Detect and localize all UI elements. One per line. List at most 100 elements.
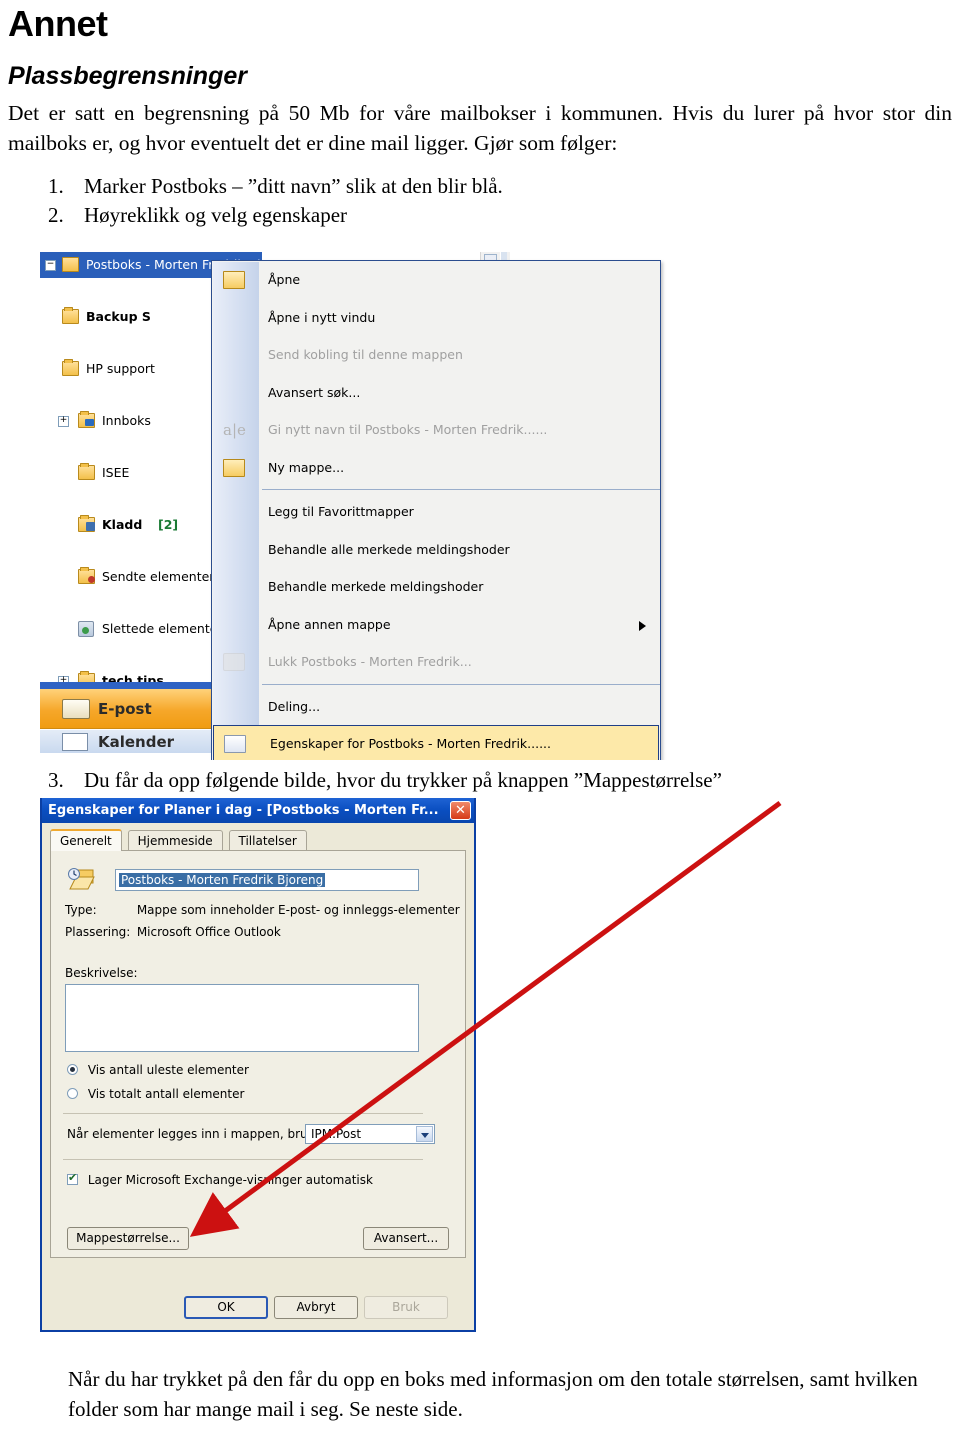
location-label: Plassering: <box>65 925 131 939</box>
radio-show-total[interactable]: Vis totalt antall elementer <box>67 1087 244 1101</box>
radio-button-icon[interactable] <box>67 1064 78 1075</box>
expand-toggle-icon[interactable]: + <box>58 416 69 427</box>
type-value: Mappe som inneholder E-post- og innleggs… <box>136 903 460 917</box>
step-number: 3. <box>48 768 64 792</box>
submenu-arrow-icon <box>639 620 646 631</box>
outlook-folder-tree-screenshot: − Postboks - Morten Fredrik Bjoreng Back… <box>40 252 672 760</box>
cancel-button[interactable]: Avbryt <box>274 1296 358 1319</box>
calendar-icon <box>62 733 88 751</box>
collapse-toggle-icon[interactable]: − <box>45 260 56 271</box>
context-menu-item-label: Send kobling til denne mappen <box>268 347 463 362</box>
ok-button[interactable]: OK <box>184 1296 268 1319</box>
divider <box>63 1113 423 1114</box>
default-form-label: Når elementer legges inn i mappen, bruk: <box>67 1127 319 1141</box>
context-menu-item-ny-mappe[interactable]: Ny mappe... <box>212 449 660 487</box>
default-form-row: Når elementer legges inn i mappen, bruk:… <box>67 1124 435 1144</box>
tab-generelt[interactable]: Generelt <box>50 829 122 851</box>
context-menu-item-label: Deling... <box>268 698 321 714</box>
checkbox-icon[interactable] <box>67 1171 78 1185</box>
tree-item-label: Sendte elementer <box>102 569 215 584</box>
location-row: Plassering: Microsoft Office Outlook <box>65 925 281 939</box>
steps-list: 1. Marker Postboks – ”ditt navn” slik at… <box>0 158 960 230</box>
step-item-1: 1. Marker Postboks – ”ditt navn” slik at… <box>0 172 960 201</box>
location-value: Microsoft Office Outlook <box>136 925 281 939</box>
context-menu-item-avansert-sok[interactable]: Avansert søk... <box>212 374 660 412</box>
sent-items-icon <box>78 567 95 584</box>
context-menu-item-label: Gi nytt navn til Postboks - Morten Fredr… <box>268 422 548 437</box>
section-subtitle: Plassbegrensninger <box>8 62 247 90</box>
tab-tillatelser[interactable]: Tillatelser <box>228 830 307 852</box>
type-row: Type: Mappe som inneholder E-post- og in… <box>65 903 460 917</box>
tree-item-label: Kladd <box>102 517 143 532</box>
context-menu-item-apne[interactable]: Åpne <box>212 261 660 299</box>
context-menu-item-behandle-alle-merkede[interactable]: Behandle alle merkede meldingshoder <box>212 531 660 569</box>
context-menu-item-label: Åpne <box>268 272 301 287</box>
tab-hjemmeside[interactable]: Hjemmeside <box>127 830 223 852</box>
close-icon[interactable]: ✕ <box>450 801 471 820</box>
folder-context-menu[interactable]: Åpne Åpne i nytt vindu Send kobling til … <box>211 260 661 760</box>
dialog-footer: OK Avbryt Bruk <box>42 1284 474 1330</box>
checkbox-exchange-views[interactable]: Lager Microsoft Exchange-visninger autom… <box>67 1171 373 1187</box>
radio-label: Vis antall uleste elementer <box>87 1063 249 1077</box>
context-menu-item-legg-til-favorittmapper[interactable]: Legg til Favorittmapper <box>212 493 660 531</box>
tabpanel-generelt: Postboks - Morten Fredrik Bjoreng Type: … <box>50 850 466 1258</box>
context-menu-item-deling[interactable]: Deling... <box>212 688 660 726</box>
context-menu-item-label: Avansert søk... <box>268 384 361 400</box>
step-text: Du får da opp følgende bilde, hvor du tr… <box>84 768 722 792</box>
folder-name-value: Postboks - Morten Fredrik Bjoreng <box>119 873 326 887</box>
inbox-icon <box>78 411 95 428</box>
description-textarea[interactable] <box>65 984 419 1052</box>
page-title: Annet <box>8 3 108 44</box>
folder-properties-dialog[interactable]: Egenskaper for Planer i dag - [Postboks … <box>40 798 476 1332</box>
folder-name-input[interactable]: Postboks - Morten Fredrik Bjoreng <box>115 869 419 891</box>
tree-item-label: HP support <box>86 361 155 376</box>
default-form-select[interactable]: IPM.Post <box>305 1124 435 1144</box>
unread-count: [2] <box>158 517 179 532</box>
step-text: Marker Postboks – ”ditt navn” slik at de… <box>84 174 503 198</box>
chevron-down-icon[interactable] <box>416 1126 433 1142</box>
new-folder-icon <box>223 458 245 477</box>
nav-button-label: E-post <box>98 700 152 718</box>
step-number: 2. <box>48 203 64 227</box>
divider <box>63 1159 423 1160</box>
radio-label: Vis totalt antall elementer <box>87 1087 245 1101</box>
radio-button-icon[interactable] <box>67 1088 78 1099</box>
description-value <box>66 985 418 991</box>
context-menu-item-apne-i-nytt-vindu[interactable]: Åpne i nytt vindu <box>212 299 660 337</box>
dialog-title-bar: Egenskaper for Planer i dag - [Postboks … <box>42 798 474 823</box>
deleted-items-icon <box>78 621 94 637</box>
step-item-2: 2. Høyreklikk og velg egenskaper <box>0 201 960 230</box>
context-menu-item-lukk-postboks: Lukk Postboks - Morten Fredrik... <box>212 643 660 681</box>
context-menu-item-label: Behandle merkede meldingshoder <box>268 579 484 594</box>
tree-item-label: ISEE <box>102 465 130 480</box>
properties-icon <box>224 735 246 753</box>
open-folder-icon <box>223 271 245 289</box>
dialog-title: Egenskaper for Planer i dag - [Postboks … <box>48 803 439 818</box>
context-menu-item-label: Åpne annen mappe <box>268 616 391 632</box>
context-menu-separator <box>262 683 660 685</box>
context-menu-item-label: Legg til Favorittmapper <box>268 504 414 519</box>
document-body: Annet Plassbegrensninger Det er satt en … <box>0 0 960 230</box>
folder-icon <box>78 463 95 480</box>
context-menu-item-send-kobling: Send kobling til denne mappen <box>212 336 660 374</box>
folder-icon <box>62 307 79 324</box>
intro-paragraph: Det er satt en begrensning på 50 Mb for … <box>8 101 952 155</box>
folder-size-button[interactable]: Mappestørrelse... <box>67 1227 189 1250</box>
tree-item-label: Backup S <box>86 309 151 324</box>
context-menu-item-apne-annen-mappe[interactable]: Åpne annen mappe <box>212 606 660 644</box>
step-text: Høyreklikk og velg egenskaper <box>84 203 348 227</box>
context-menu-item-gi-nytt-navn: a|e Gi nytt navn til Postboks - Morten F… <box>212 411 660 449</box>
advanced-button[interactable]: Avansert... <box>363 1227 449 1250</box>
default-form-value: IPM.Post <box>311 1127 362 1141</box>
envelope-icon <box>62 699 90 719</box>
context-menu-item-behandle-merkede[interactable]: Behandle merkede meldingshoder <box>212 568 660 606</box>
context-menu-item-egenskaper[interactable]: Egenskaper for Postboks - Morten Fredrik… <box>213 725 659 760</box>
context-menu-item-label: Lukk Postboks - Morten Fredrik... <box>268 654 472 669</box>
nav-button-label: Kalender <box>98 733 175 751</box>
closing-paragraph: Når du har trykket på den får du opp en … <box>68 1367 918 1421</box>
folder-clock-svg <box>68 868 95 890</box>
folder-icon <box>62 359 79 376</box>
radio-show-unread[interactable]: Vis antall uleste elementer <box>67 1063 249 1077</box>
close-store-icon <box>223 653 245 671</box>
type-label: Type: <box>65 903 97 917</box>
